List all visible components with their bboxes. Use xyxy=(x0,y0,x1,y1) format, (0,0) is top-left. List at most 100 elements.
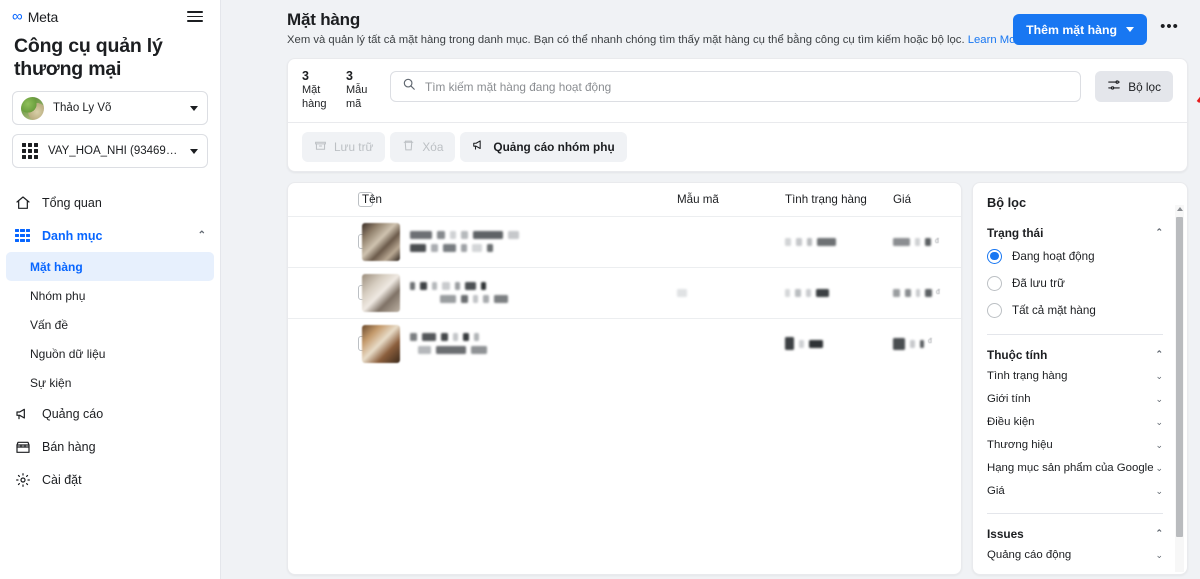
table-header-row: Tên Mẫu mã Tình trạng hàng Giá xyxy=(288,183,961,216)
chevron-down-icon: ⌄ xyxy=(1155,549,1163,560)
filter-scrollbar-thumb[interactable] xyxy=(1176,216,1183,537)
filter-attr-gender[interactable]: Giới tính ⌄ xyxy=(987,388,1177,411)
scroll-up-arrow-icon[interactable] xyxy=(1176,206,1183,211)
content-row: Tên Mẫu mã Tình trạng hàng Giá đ đ đ Bộ … xyxy=(221,172,1200,575)
stat-items-value: 3 xyxy=(302,69,309,84)
filter-option-archived[interactable]: Đã lưu trữ xyxy=(987,270,1177,297)
select-all-cell xyxy=(300,191,373,207)
filter-attr-google-category[interactable]: Hạng mục sản phẩm của Google ⌄ xyxy=(987,457,1177,480)
table-row[interactable]: đ xyxy=(288,266,961,318)
sidebar-item-subgroups[interactable]: Nhóm phụ xyxy=(0,281,220,310)
filter-option-all[interactable]: Tất cả mặt hàng xyxy=(987,297,1177,324)
chevron-down-icon xyxy=(190,148,198,154)
stat-items-label: Mặt hàng xyxy=(302,84,327,110)
row-select-cell xyxy=(300,336,373,351)
filter-section-issues[interactable]: Issues ⌃ xyxy=(987,524,1177,544)
meta-logo: ∞ Meta xyxy=(12,9,58,25)
table-row[interactable]: đ xyxy=(288,215,961,267)
archive-button[interactable]: Lưu trữ xyxy=(302,131,386,162)
meta-infinity-icon: ∞ xyxy=(12,8,23,25)
filter-panel: Bộ lọc Trạng thái ⌃ Đang hoạt động Đã lư… xyxy=(972,181,1188,575)
chevron-up-icon: ⌃ xyxy=(1155,227,1163,237)
main-content: Mặt hàng Xem và quản lý tất cả mặt hàng … xyxy=(221,0,1200,579)
sidebar-subitem-label: Nguồn dữ liệu xyxy=(30,346,106,361)
row-sku-cell xyxy=(677,288,785,297)
filter-attr-brand[interactable]: Thương hiệu ⌄ xyxy=(987,434,1177,457)
filter-toggle-label: Bộ lọc xyxy=(1128,79,1161,94)
filter-attr-price[interactable]: Giá ⌄ xyxy=(987,480,1177,503)
account-selector[interactable]: VAY_HOA_NHI (9346970305... xyxy=(12,134,208,168)
sidebar-item-label: Tổng quan xyxy=(42,195,102,210)
more-options-button[interactable]: ••• xyxy=(1155,15,1184,44)
app-root: ∞ Meta Công cụ quản lý thương mại Thảo L… xyxy=(0,0,1200,579)
filter-attr-label: Giới tính xyxy=(987,393,1031,405)
redacted-name-text xyxy=(410,333,487,354)
chevron-up-icon: ⌃ xyxy=(1155,528,1163,538)
grid-icon xyxy=(14,227,31,244)
sidebar-item-overview[interactable]: Tổng quan xyxy=(0,186,220,219)
promote-subgroup-button[interactable]: Quảng cáo nhóm phụ xyxy=(460,131,627,162)
filter-section-status[interactable]: Trạng thái ⌃ xyxy=(987,223,1177,243)
search-input[interactable] xyxy=(425,79,1070,94)
items-table: Tên Mẫu mã Tình trạng hàng Giá đ đ đ xyxy=(287,181,962,575)
filter-option-active[interactable]: Đang hoạt động xyxy=(987,243,1177,270)
sidebar-subitem-label: Sự kiện xyxy=(30,375,72,390)
filter-issue-label: Quảng cáo động xyxy=(987,549,1072,561)
product-thumbnail xyxy=(362,324,400,363)
account-selector-label: VAY_HOA_NHI (9346970305... xyxy=(48,145,181,157)
toolbar-card: 3 Mặt hàng 3 Mẫu mã Bộ lọ xyxy=(287,58,1188,172)
chevron-down-icon xyxy=(1126,27,1134,32)
archive-label: Lưu trữ xyxy=(334,139,374,154)
filter-toggle-button[interactable]: Bộ lọc xyxy=(1095,71,1173,103)
search-box[interactable] xyxy=(390,71,1082,103)
sidebar-item-settings[interactable]: Cài đặt xyxy=(0,463,220,496)
hamburger-menu-icon[interactable] xyxy=(184,8,206,25)
gear-icon xyxy=(14,471,31,488)
sidebar-item-issues[interactable]: Vấn đề xyxy=(0,310,220,339)
radio-icon[interactable] xyxy=(987,275,1002,291)
add-item-button[interactable]: Thêm mặt hàng xyxy=(1013,14,1147,45)
sidebar-item-sales[interactable]: Bán hàng xyxy=(0,430,220,463)
column-header-name[interactable]: Tên xyxy=(362,193,677,206)
table-row[interactable]: đ xyxy=(288,317,961,369)
filter-panel-title: Bộ lọc xyxy=(987,194,1027,210)
redacted-name-text xyxy=(410,231,519,252)
filter-attr-stock-status[interactable]: Tình trạng hàng ⌄ xyxy=(987,365,1177,388)
product-thumbnail xyxy=(362,273,400,312)
sidebar-item-items[interactable]: Mặt hàng xyxy=(6,252,214,281)
filter-option-label: Đang hoạt động xyxy=(1012,249,1095,263)
filter-attr-label: Thương hiệu xyxy=(987,439,1053,451)
filter-attr-condition[interactable]: Điều kiện ⌄ xyxy=(987,411,1177,434)
sidebar-item-ads[interactable]: Quảng cáo xyxy=(0,397,220,430)
filter-issue-dynamic-ads[interactable]: Quảng cáo động ⌄ xyxy=(987,544,1177,567)
delete-label: Xóa xyxy=(422,139,444,154)
sidebar-item-catalog[interactable]: Danh mục ⌃ xyxy=(0,219,220,252)
chevron-down-icon: ⌄ xyxy=(1155,439,1163,450)
meta-wordmark: Meta xyxy=(27,8,59,25)
header-actions: Thêm mặt hàng ••• xyxy=(1013,14,1184,45)
sidebar-item-events[interactable]: Sự kiện xyxy=(0,368,220,397)
add-item-label: Thêm mặt hàng xyxy=(1026,22,1117,37)
row-price-cell: đ xyxy=(893,337,949,350)
filter-scrollbar[interactable] xyxy=(1175,204,1184,572)
sidebar-subitem-label: Vấn đề xyxy=(30,317,69,332)
filter-section-attributes[interactable]: Thuộc tính ⌃ xyxy=(987,345,1177,365)
filter-attr-label: Giá xyxy=(987,485,1005,497)
column-header-price[interactable]: Giá xyxy=(893,193,949,206)
user-selector[interactable]: Thảo Ly Võ xyxy=(12,91,208,125)
filter-option-label: Đã lưu trữ xyxy=(1012,276,1065,290)
column-header-stock[interactable]: Tình trạng hàng xyxy=(785,193,893,206)
delete-button[interactable]: Xóa xyxy=(390,131,456,162)
filter-attr-label: Tình trạng hàng xyxy=(987,370,1068,382)
sidebar-topbar: ∞ Meta xyxy=(0,0,220,33)
radio-icon[interactable] xyxy=(987,302,1002,318)
radio-icon[interactable] xyxy=(987,248,1002,264)
toolbar-row: 3 Mặt hàng 3 Mẫu mã Bộ lọ xyxy=(288,59,1187,121)
redacted-name-text xyxy=(410,282,508,303)
store-icon xyxy=(14,438,31,455)
row-stock-cell xyxy=(785,288,893,297)
column-header-sku[interactable]: Mẫu mã xyxy=(677,193,785,206)
row-price-cell: đ xyxy=(893,237,949,246)
sidebar-item-data-sources[interactable]: Nguồn dữ liệu xyxy=(0,339,220,368)
row-name-cell xyxy=(362,222,677,261)
